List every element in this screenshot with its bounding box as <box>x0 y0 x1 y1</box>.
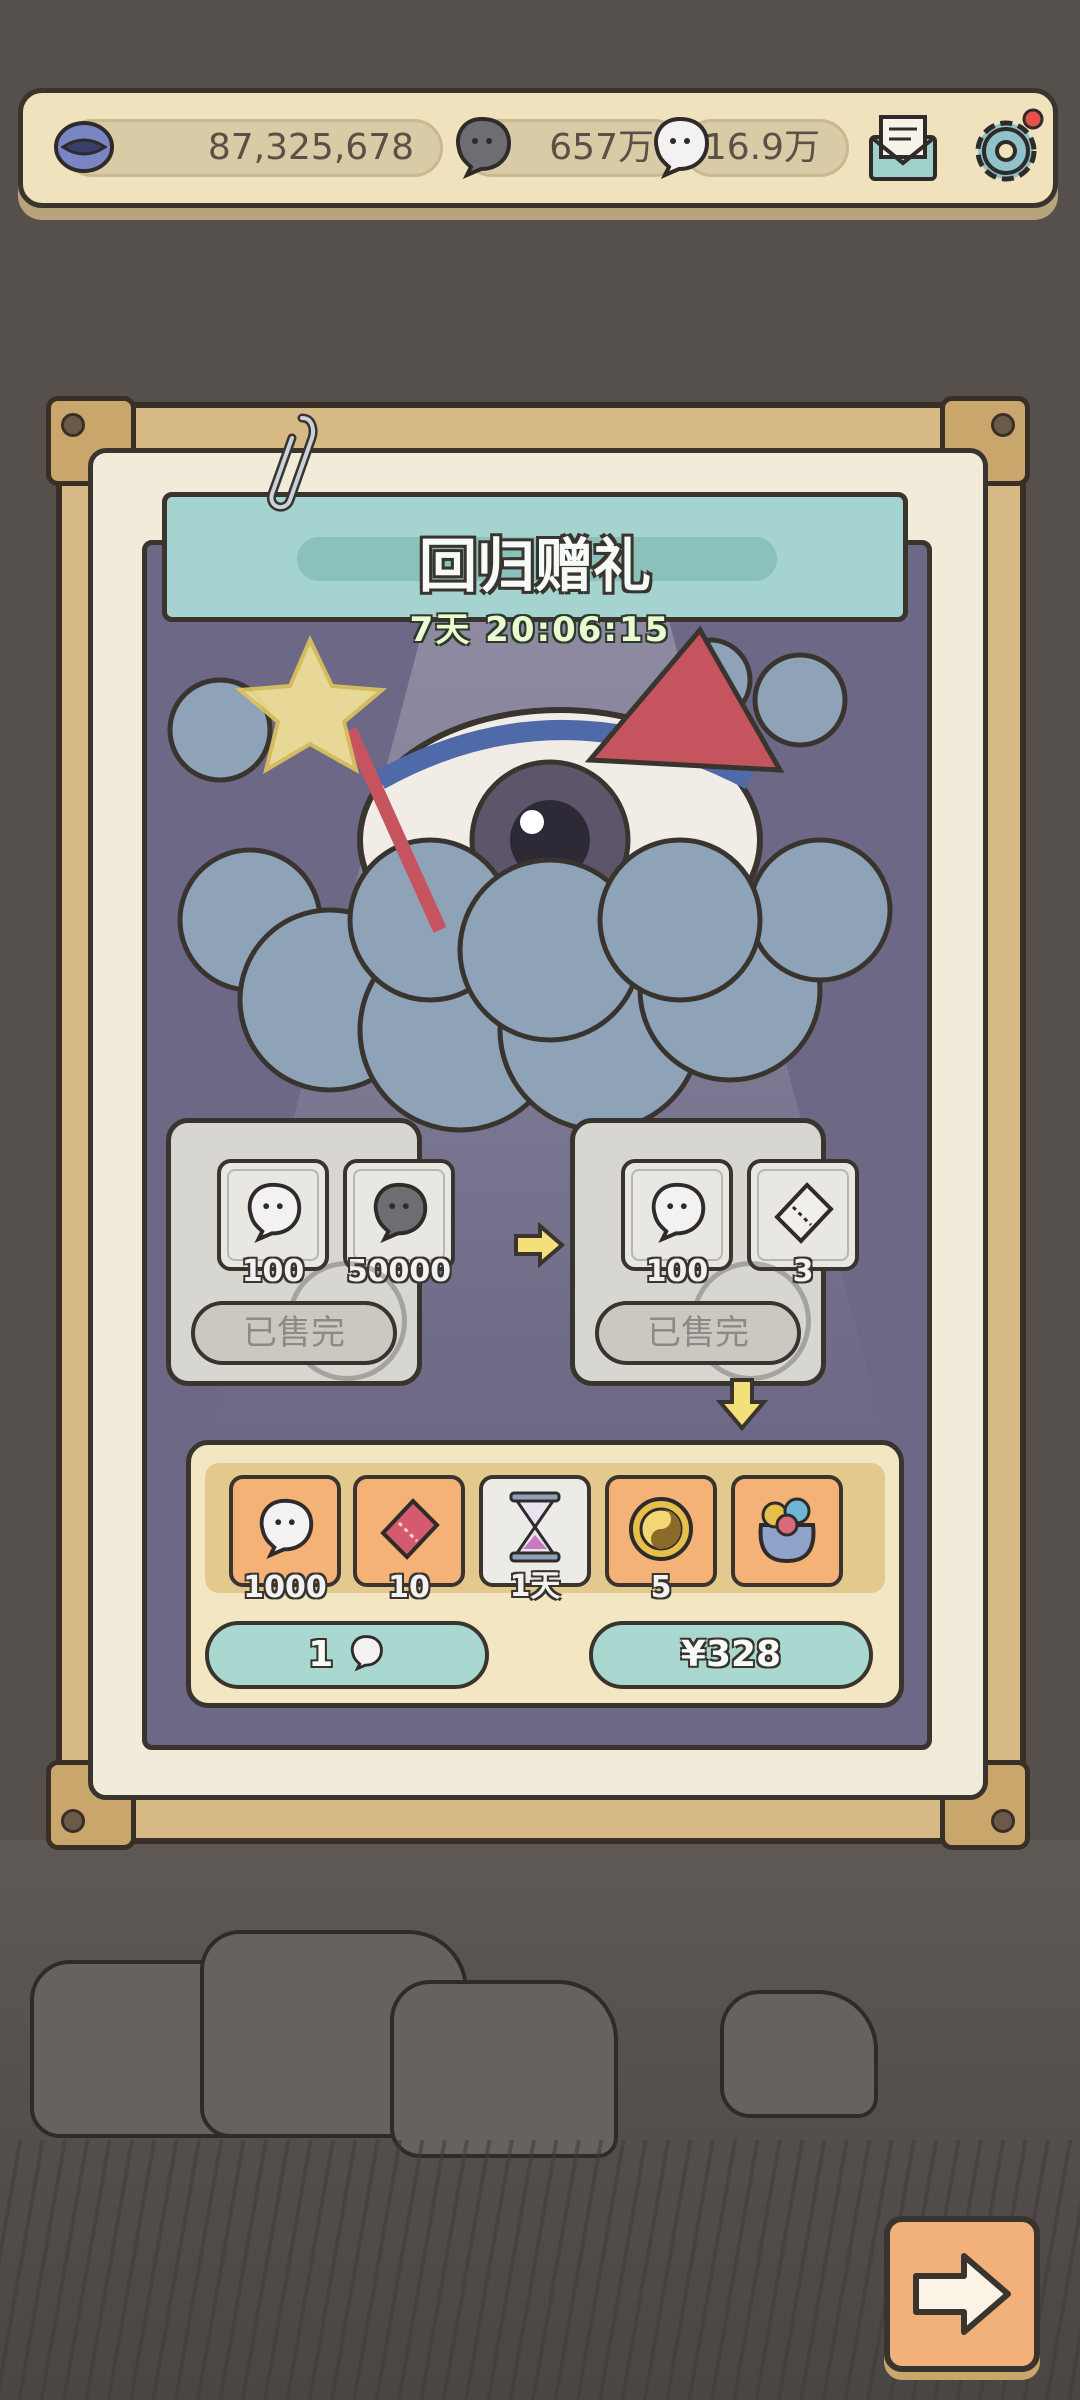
item-qty: 10 <box>388 1570 430 1605</box>
buy-with-soul-button[interactable]: 1 <box>205 1621 489 1689</box>
item-slot[interactable]: 100 <box>621 1159 733 1289</box>
eye-wizard-artwork <box>167 625 893 1133</box>
page-title: 回归赠礼 <box>418 532 651 600</box>
gift-pack-right: 100 3 已售完 <box>570 1118 859 1386</box>
bundle-item-slot[interactable]: 1000 <box>229 1475 341 1605</box>
arrow-right-icon <box>913 2253 1011 2335</box>
yin-yang-coin-icon <box>629 1497 693 1561</box>
coin-counter: 87,325,678 <box>63 119 443 177</box>
dark-soul-icon <box>456 116 512 179</box>
gear-icon[interactable] <box>963 105 1049 191</box>
ticket-icon <box>774 1182 834 1244</box>
bundle-item-slot[interactable]: 5 <box>605 1475 717 1605</box>
item-qty: 5 <box>650 1570 672 1605</box>
white-soul-value: 16.9万 <box>703 127 820 168</box>
white-soul-icon <box>259 1498 314 1560</box>
item-slot[interactable]: 50000 <box>343 1159 455 1289</box>
bundle-item-slot[interactable]: 1天 <box>479 1475 591 1604</box>
red-ticket-icon <box>380 1498 440 1560</box>
item-slot[interactable]: 100 <box>217 1159 329 1289</box>
mail-icon[interactable] <box>863 107 943 187</box>
white-soul-icon <box>654 116 710 179</box>
notification-dot <box>1022 108 1044 130</box>
buy-with-cny-button[interactable]: ¥328 <box>589 1621 873 1689</box>
hourglass-icon <box>509 1491 561 1563</box>
arrow-right-icon <box>514 1222 566 1268</box>
item-slot[interactable]: 3 <box>747 1159 859 1289</box>
next-button[interactable] <box>884 2216 1040 2372</box>
white-soul-icon <box>247 1182 302 1244</box>
price-soul: 1 <box>308 1634 334 1675</box>
gift-pack-left: 100 50000 已售完 <box>166 1118 455 1386</box>
background-rock <box>720 1990 878 2118</box>
item-qty: 1000 <box>243 1570 327 1605</box>
bundle-item-slot[interactable] <box>731 1475 843 1587</box>
dark-soul-icon <box>373 1182 428 1244</box>
bundle-item-slot[interactable]: 10 <box>353 1475 465 1605</box>
arrow-down-icon <box>716 1378 768 1432</box>
white-soul-icon <box>350 1635 383 1672</box>
item-qty: 1天 <box>509 1569 561 1604</box>
background-rock <box>390 1980 618 2158</box>
treasure-bag-icon <box>758 1497 816 1564</box>
sold-out-button[interactable]: 已售完 <box>191 1301 397 1365</box>
dark-soul-value: 657万 <box>549 127 654 168</box>
sold-out-button[interactable]: 已售完 <box>595 1301 801 1365</box>
white-soul-icon <box>651 1182 706 1244</box>
gift-bundle: 1000 10 1天 5 1 ¥328 <box>186 1440 904 1708</box>
currency-bar: 87,325,678 657万 16.9万 <box>18 88 1058 208</box>
paperclip-icon <box>266 413 318 512</box>
coin-value: 87,325,678 <box>207 127 414 168</box>
mouth-coin-icon <box>54 121 114 173</box>
